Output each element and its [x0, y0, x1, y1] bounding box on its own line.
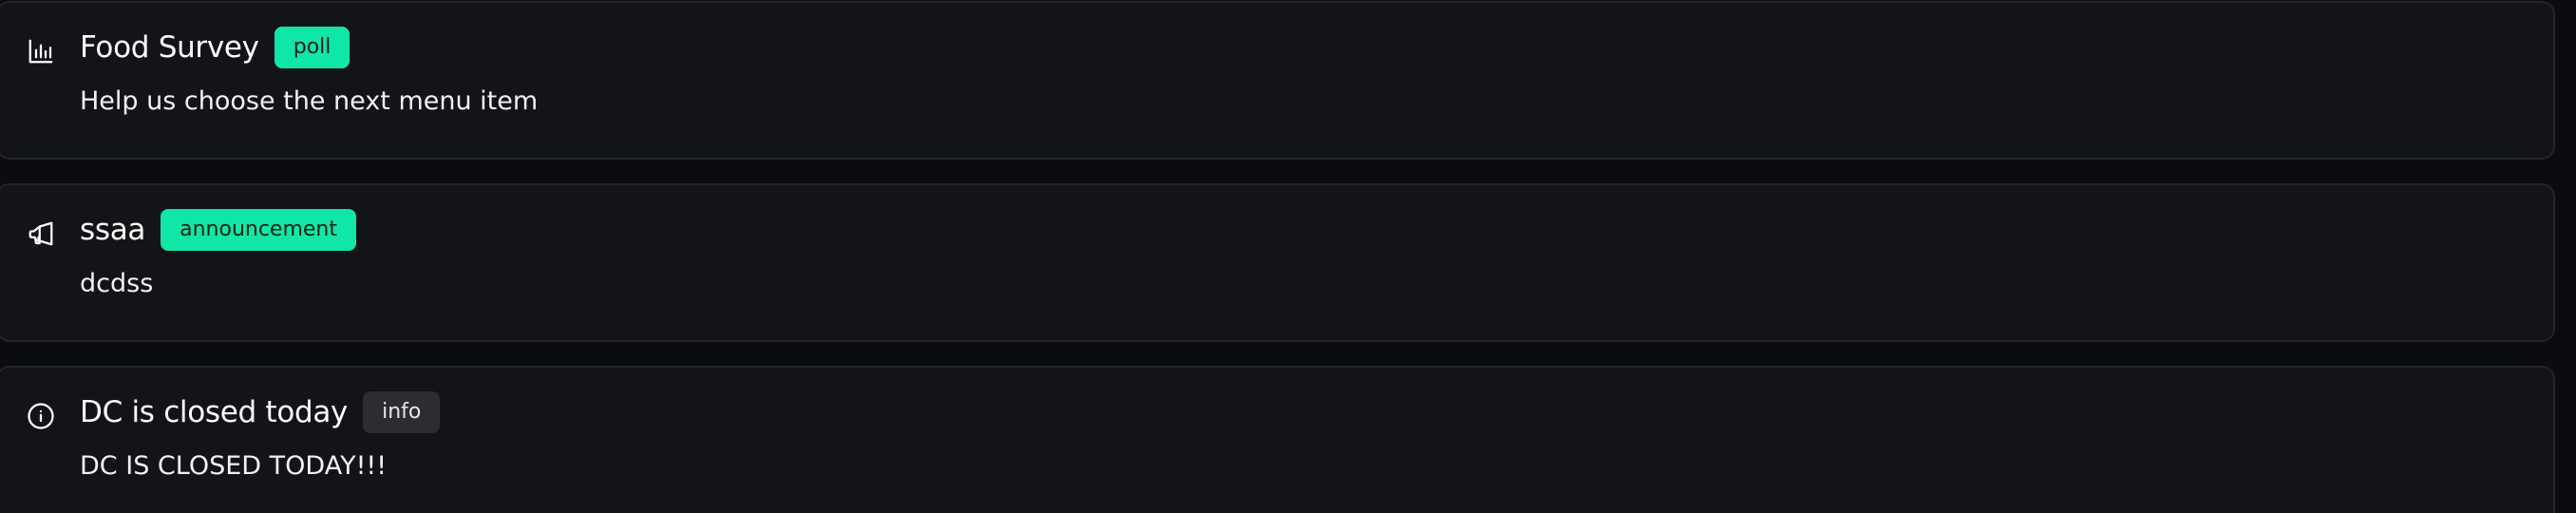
post-card[interactable]: Food Survey poll Help us choose the next…	[0, 1, 2555, 160]
post-header: DC is closed today info	[80, 390, 441, 434]
post-type-badge: info	[363, 391, 441, 433]
post-body: DC IS CLOSED TODAY!!!	[80, 451, 388, 481]
post-type-badge: poll	[274, 27, 350, 68]
announcement-feed: Food Survey poll Help us choose the next…	[0, 0, 2576, 513]
info-icon	[27, 402, 55, 430]
post-header: ssaa announcement	[80, 208, 356, 252]
post-title: DC is closed today	[80, 395, 349, 429]
post-type-badge: announcement	[161, 209, 356, 251]
post-title: Food Survey	[80, 30, 259, 65]
post-body: dcdss	[80, 269, 154, 298]
bar-chart-icon	[27, 37, 55, 66]
post-body: Help us choose the next menu item	[80, 86, 539, 116]
post-card[interactable]: DC is closed today info DC IS CLOSED TOD…	[0, 366, 2555, 513]
post-title: ssaa	[80, 213, 146, 247]
megaphone-icon	[27, 219, 55, 248]
post-header: Food Survey poll	[80, 26, 350, 69]
post-card[interactable]: ssaa announcement dcdss	[0, 183, 2555, 342]
